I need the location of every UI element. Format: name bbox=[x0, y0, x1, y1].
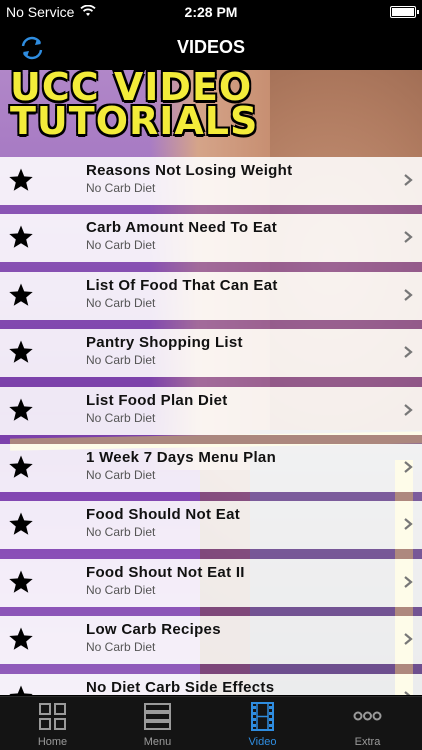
list-item-subtitle: No Carb Diet bbox=[86, 640, 156, 655]
list-item-separator bbox=[0, 434, 422, 444]
list-item[interactable]: Food Shout Not Eat II No Carb Diet bbox=[0, 558, 422, 617]
star-icon bbox=[9, 455, 33, 478]
tab-bar: Home Menu Video Extra bbox=[0, 696, 422, 750]
star-icon bbox=[9, 283, 33, 306]
status-time: 2:28 PM bbox=[184, 4, 238, 20]
chevron-right-icon bbox=[404, 174, 413, 186]
list-item-separator bbox=[0, 377, 422, 387]
tab-extra[interactable]: Extra bbox=[315, 697, 420, 750]
star-icon bbox=[9, 225, 33, 249]
grid-icon bbox=[39, 703, 66, 730]
tab-video-label: Video bbox=[248, 736, 277, 748]
nav-bar: VIDEOS bbox=[0, 24, 422, 70]
chevron-right-icon bbox=[404, 633, 413, 645]
banner-line-2: TUTORIALS bbox=[10, 99, 259, 143]
list-item-separator bbox=[0, 262, 422, 272]
star-icon bbox=[9, 512, 33, 536]
list-item[interactable]: Carb Amount Need To Eat No Carb Diet bbox=[0, 214, 422, 272]
tab-menu-label: Menu bbox=[143, 736, 172, 748]
list-item-separator bbox=[0, 205, 422, 215]
list-item-title: Low Carb Recipes bbox=[86, 621, 221, 639]
chevron-right-icon bbox=[404, 518, 413, 531]
list-item-subtitle: No Carb Diet bbox=[86, 467, 156, 482]
list-item-subtitle: No Carb Diet bbox=[86, 582, 156, 597]
star-icon bbox=[9, 398, 33, 421]
list-item-title: Food Shout Not Eat II bbox=[86, 563, 245, 581]
list-item-separator bbox=[0, 319, 422, 330]
list-item-subtitle: No Carb Diet bbox=[86, 353, 156, 368]
page-title: VIDEOS bbox=[176, 37, 246, 57]
chevron-right-icon bbox=[404, 231, 413, 244]
list-item[interactable]: Food Should Not Eat No Carb Diet bbox=[0, 501, 422, 559]
video-list-area[interactable]: UCC VIDEO TUTORIALS Reasons Not Losing W… bbox=[0, 70, 422, 695]
chevron-right-icon bbox=[404, 575, 413, 588]
film-icon bbox=[251, 702, 274, 731]
chevron-right-icon bbox=[404, 403, 413, 416]
list-item[interactable]: List Food Plan Diet No Carb Diet bbox=[0, 386, 422, 444]
chevron-right-icon bbox=[404, 288, 413, 301]
list-item-separator bbox=[0, 664, 422, 674]
list-item-title: Pantry Shopping List bbox=[86, 334, 243, 352]
list-item-title: List Food Plan Diet bbox=[86, 391, 228, 409]
battery-icon bbox=[390, 6, 419, 18]
list-item-subtitle: No Carb Diet bbox=[86, 238, 156, 253]
chevron-right-icon bbox=[404, 461, 413, 473]
star-icon bbox=[9, 340, 33, 363]
tab-home[interactable]: Home bbox=[0, 697, 105, 750]
list-item-title: Reasons Not Losing Weight bbox=[86, 162, 293, 179]
list-item-separator bbox=[0, 491, 422, 502]
list-item[interactable]: Low Carb Recipes No Carb Diet bbox=[0, 616, 422, 674]
video-list: Reasons Not Losing Weight No Carb Diet Car… bbox=[0, 157, 422, 695]
star-icon bbox=[9, 627, 33, 650]
list-item-title: Carb Amount Need To Eat bbox=[86, 219, 278, 237]
list-item-separator bbox=[0, 549, 422, 559]
more-icon bbox=[353, 711, 382, 721]
banner-title: UCC VIDEO TUTORIALS bbox=[10, 70, 270, 142]
list-item-subtitle: No Carb Diet bbox=[86, 295, 156, 310]
list-item-separator bbox=[0, 606, 422, 617]
tab-menu[interactable]: Menu bbox=[105, 697, 210, 750]
tab-video[interactable]: Video bbox=[210, 697, 315, 750]
list-item-subtitle: No Carb Diet bbox=[86, 525, 156, 540]
list-item-subtitle: No Carb Diet bbox=[86, 181, 156, 195]
list-item-title: List Of Food That Can Eat bbox=[86, 276, 278, 294]
list-item[interactable]: Reasons Not Losing Weight No Carb Diet bbox=[0, 157, 422, 215]
chevron-right-icon bbox=[404, 690, 411, 695]
star-icon bbox=[9, 168, 33, 191]
status-bar: No Service 2:28 PM bbox=[0, 0, 422, 24]
list-item-title: Food Should Not Eat bbox=[86, 506, 241, 524]
star-icon bbox=[9, 685, 33, 695]
tab-home-label: Home bbox=[37, 736, 68, 748]
star-icon bbox=[9, 570, 33, 593]
chevron-right-icon bbox=[404, 346, 413, 359]
list-item[interactable]: List Of Food That Can Eat No Carb Diet bbox=[0, 271, 422, 330]
list-item-subtitle: No Carb Diet bbox=[86, 410, 156, 425]
tab-extra-label: Extra bbox=[354, 736, 381, 748]
list-item-title: No Diet Carb Side Effects bbox=[86, 678, 275, 695]
list-item-title: 1 Week 7 Days Menu Plan bbox=[86, 448, 277, 466]
menu-icon bbox=[144, 703, 171, 730]
list-item[interactable]: Pantry Shopping List No Carb Diet bbox=[0, 329, 422, 387]
list-item[interactable]: 1 Week 7 Days Menu Plan No Carb Diet bbox=[0, 443, 422, 502]
list-item[interactable]: No Diet Carb Side Effects bbox=[0, 673, 422, 695]
